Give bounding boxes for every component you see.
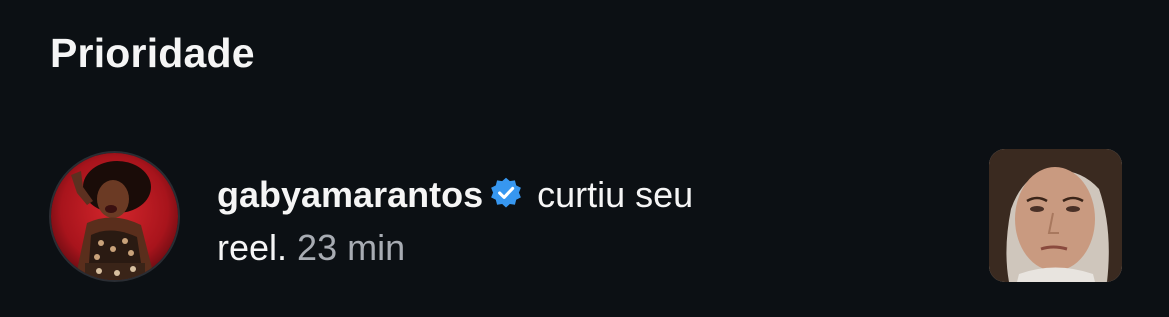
notification-time: 23 min [297,227,406,268]
notification-action: curtiu seu [537,174,694,215]
notification-text[interactable]: gabyamarantos curtiu seu reel. 23 min [217,170,857,273]
reel-thumbnail[interactable] [989,149,1122,282]
verified-badge-icon [489,173,523,223]
user-avatar[interactable] [49,151,180,282]
notification-object: reel. [217,227,288,268]
section-title: Prioridade [50,30,255,76]
notification-item[interactable]: gabyamarantos curtiu seu reel. 23 min [0,148,1169,284]
username-link[interactable]: gabyamarantos [217,174,483,215]
